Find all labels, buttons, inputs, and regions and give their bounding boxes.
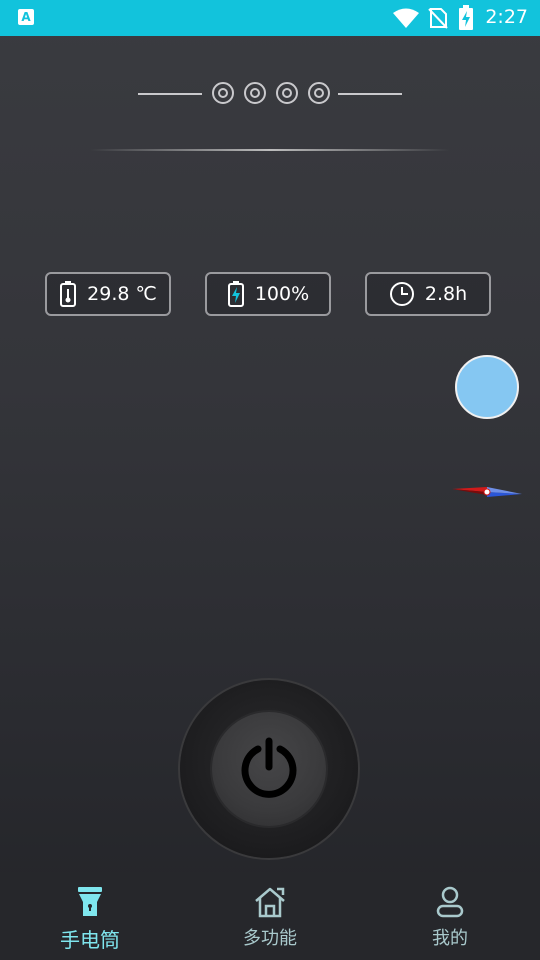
tab-multi-function-label: 多功能 <box>243 928 297 949</box>
tab-flashlight[interactable]: 手电筒 <box>30 886 150 953</box>
no-sim-icon <box>428 8 448 29</box>
ring-icon <box>276 82 298 104</box>
clock-icon <box>389 282 414 306</box>
tab-mine[interactable]: 我的 <box>390 886 510 950</box>
temperature-value: 29.8 ℃ <box>87 283 157 305</box>
decorative-line-left <box>138 93 202 95</box>
app-notification-icon: A <box>18 9 34 25</box>
tab-mine-label: 我的 <box>432 928 468 949</box>
power-icon <box>241 737 297 798</box>
remaining-time-value: 2.8h <box>424 283 468 305</box>
status-bar: A 2:27 <box>0 0 540 36</box>
wifi-icon <box>393 8 419 28</box>
battery-temperature-icon <box>60 281 77 307</box>
ring-icon <box>308 82 330 104</box>
battery-charge-icon <box>227 281 244 307</box>
temperature-chip: 29.8 ℃ <box>45 272 171 316</box>
remaining-time-chip: 2.8h <box>365 272 491 316</box>
compass-needle-icon <box>452 487 522 497</box>
header-divider <box>90 149 450 151</box>
ring-icon <box>244 82 266 104</box>
decorative-line-right <box>338 93 402 95</box>
flashlight-screen: A 2:27 29.8 ℃ 100% 2.8h 手电筒 多功能 我的 <box>0 0 540 960</box>
battery-value: 100% <box>254 283 310 305</box>
flashlight-icon <box>78 887 102 916</box>
home-icon <box>255 887 285 918</box>
battery-chip: 100% <box>205 272 331 316</box>
status-clock: 2:27 <box>485 6 528 28</box>
ring-icon <box>212 82 234 104</box>
power-button[interactable] <box>180 680 358 858</box>
tab-multi-function[interactable]: 多功能 <box>210 886 330 950</box>
battery-charging-icon <box>459 5 473 30</box>
floating-color-button[interactable] <box>455 355 519 419</box>
power-button-inner <box>212 712 326 826</box>
user-icon <box>436 886 464 918</box>
bottom-navigation: 手电筒 多功能 我的 <box>0 872 540 960</box>
tab-flashlight-label: 手电筒 <box>60 928 120 952</box>
